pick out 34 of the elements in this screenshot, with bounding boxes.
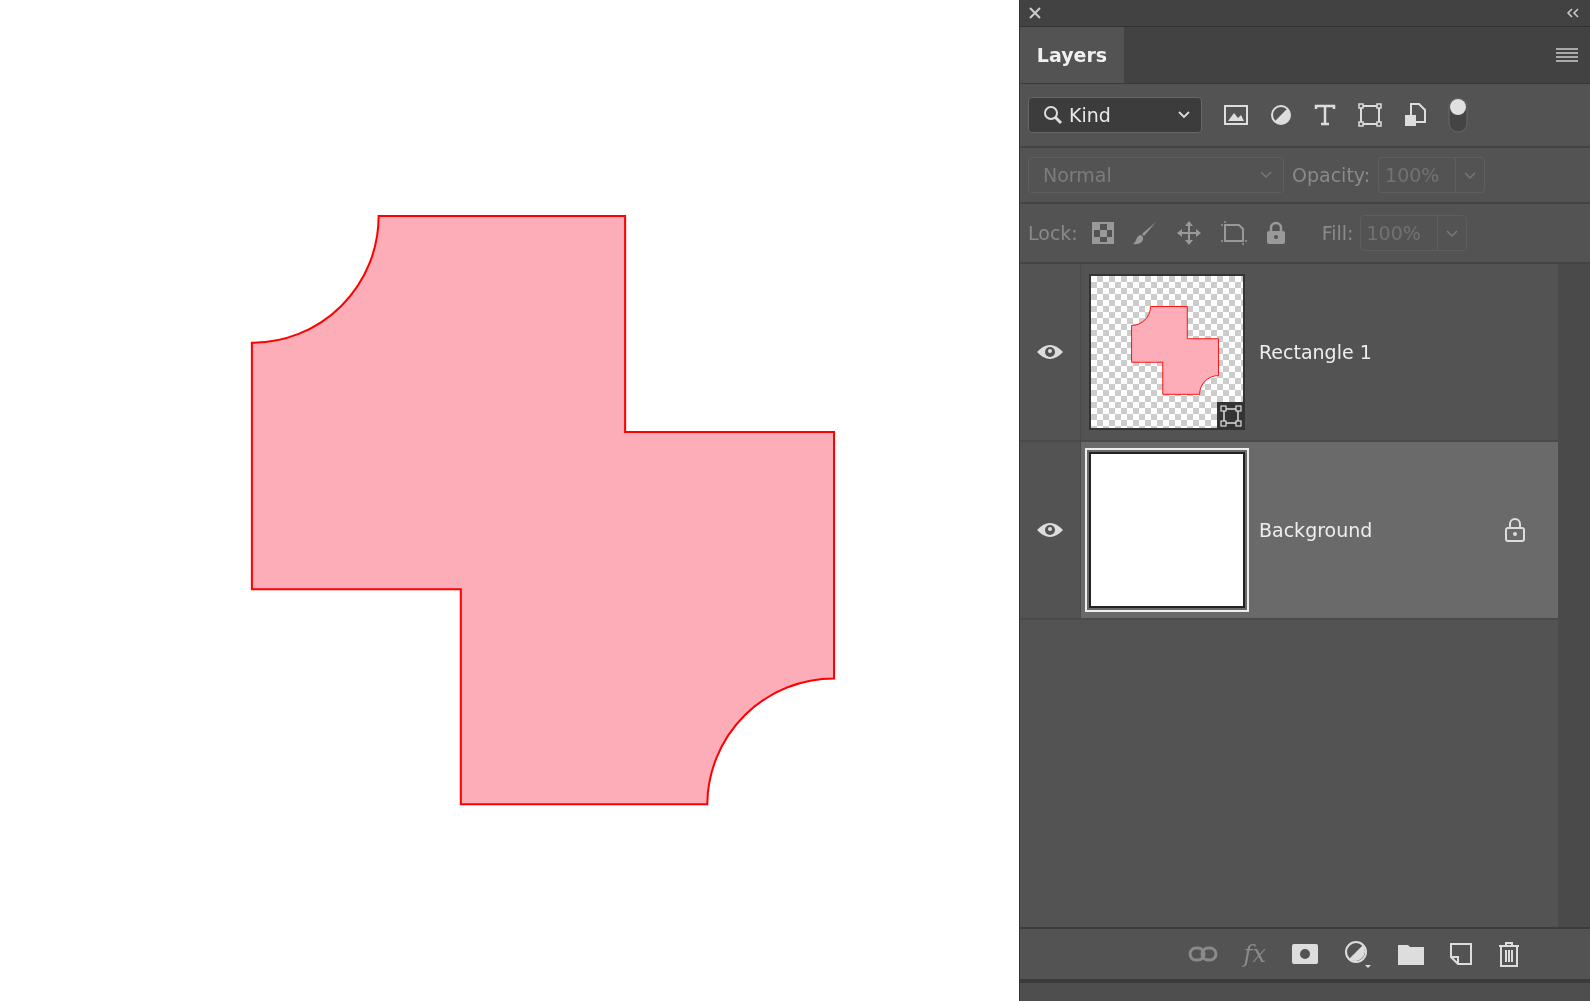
image-icon[interactable] <box>1224 105 1248 125</box>
filter-toggle[interactable] <box>1448 97 1468 133</box>
lock-icon[interactable] <box>1504 517 1526 543</box>
eye-icon[interactable] <box>1036 521 1064 539</box>
layer-row[interactable]: Rectangle 1 <box>1020 264 1558 442</box>
close-icon[interactable] <box>1028 6 1042 20</box>
resize-grip[interactable] <box>1020 979 1590 1001</box>
lock-icon[interactable] <box>1265 221 1286 245</box>
trash-icon[interactable] <box>1498 941 1520 967</box>
document-icon[interactable] <box>1404 103 1426 127</box>
search-icon <box>1043 105 1063 125</box>
layer-name[interactable]: Rectangle 1 <box>1259 341 1558 363</box>
chevron-icon <box>1259 170 1273 180</box>
filter-dropdown[interactable]: Kind <box>1028 97 1202 133</box>
chevron-icon <box>1177 110 1191 120</box>
menu-icon[interactable] <box>1556 47 1578 63</box>
move-icon[interactable] <box>1175 220 1202 246</box>
eye-icon[interactable] <box>1036 343 1064 361</box>
shape-icon[interactable] <box>1358 103 1382 127</box>
half-circle-icon[interactable] <box>1344 940 1372 968</box>
type-icon[interactable] <box>1314 104 1336 126</box>
brush-icon[interactable] <box>1131 220 1158 246</box>
half-circle-icon[interactable] <box>1270 104 1292 126</box>
layer-row[interactable]: Background <box>1020 442 1558 620</box>
collapse-icon[interactable] <box>1566 8 1580 18</box>
scrollbar-track[interactable] <box>1558 264 1590 927</box>
new-layer-icon[interactable] <box>1450 943 1472 965</box>
layers-tab[interactable]: Layers <box>1020 27 1124 83</box>
folder-icon[interactable] <box>1398 943 1424 965</box>
checkerboard-icon[interactable] <box>1091 222 1114 244</box>
mask-icon[interactable] <box>1292 944 1318 964</box>
layer-name[interactable]: Background <box>1259 519 1504 541</box>
shape-icon <box>1217 402 1245 430</box>
artboard-icon[interactable] <box>1219 221 1248 245</box>
